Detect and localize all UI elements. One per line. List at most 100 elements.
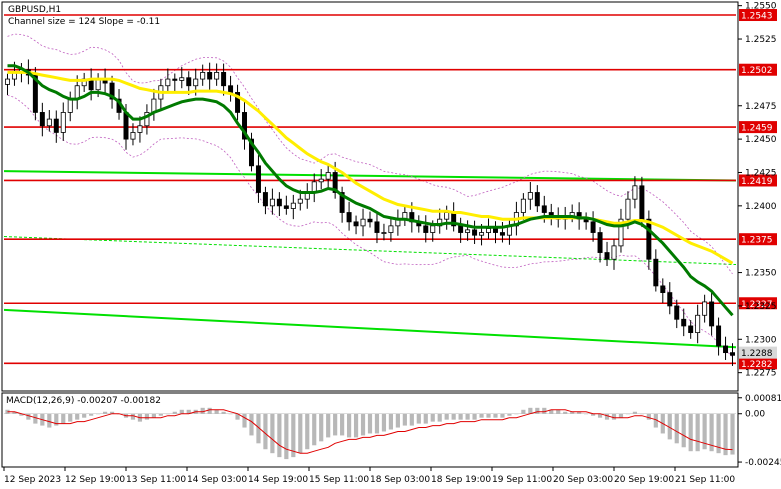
candle-body-42 (297, 198, 303, 204)
macd-bar-89 (625, 413, 631, 415)
level-tag-label-3: 1.2419 (741, 177, 773, 187)
candle-body-74 (520, 198, 526, 213)
level-tag-label-0: 1.2543 (741, 12, 773, 22)
macd-label: MACD(12,26,9) -0.00207 -0.00182 (6, 396, 161, 406)
macd-bar-38 (270, 413, 275, 454)
candle-body-41 (290, 202, 296, 209)
macd-bar-9 (68, 413, 73, 422)
candle-body-69 (486, 228, 492, 233)
macd-bar-8 (61, 413, 66, 424)
level-tag-label-2: 1.2459 (741, 124, 773, 134)
candle-body-63 (444, 212, 450, 220)
time-tick-label-4: 14 Sep 19:00 (248, 475, 308, 485)
price-tick-label-2: 1.2475 (745, 102, 777, 112)
macd-bar-79 (556, 409, 561, 414)
macd-bar-47 (333, 413, 338, 436)
price-tick-label-5: 1.2400 (745, 202, 777, 212)
chart-svg: 1.25431.25021.24591.24191.23751.23271.22… (1, 1, 781, 485)
macd-bar-22 (158, 413, 163, 416)
level-tag-label-1: 1.2502 (741, 66, 773, 76)
macd-bar-80 (563, 411, 568, 414)
macd-bar-64 (451, 413, 456, 420)
macd-bar-67 (472, 413, 477, 420)
macd-bar-29 (207, 407, 212, 414)
macd-bar-87 (611, 413, 617, 420)
candle-body-7 (53, 118, 59, 133)
candle-body-96 (674, 305, 680, 320)
macd-tick-label-0: 0.00081 (745, 394, 781, 404)
macd-bar-6 (47, 413, 52, 428)
macd-bar-39 (277, 413, 282, 458)
candle-body-28 (200, 71, 206, 80)
macd-bar-30 (214, 409, 219, 414)
price-tick-label-7: 1.2325 (745, 302, 777, 312)
macd-bar-14 (102, 411, 108, 414)
candle-body-36 (255, 165, 261, 193)
macd-bar-3 (26, 413, 31, 420)
candle-body-18 (130, 132, 136, 140)
time-tick-label-3: 14 Sep 03:00 (187, 475, 247, 485)
candle-body-89 (625, 198, 631, 220)
price-tick-label-4: 1.2425 (745, 168, 777, 178)
candle-body-71 (499, 232, 505, 236)
time-tick-label-9: 20 Sep 03:00 (553, 475, 613, 485)
candle-body-61 (430, 225, 436, 233)
macd-tick-label-2: -0.00245 (745, 458, 781, 468)
time-tick-label-8: 19 Sep 11:00 (492, 475, 552, 485)
candle-body-50 (353, 221, 359, 227)
candle-body-97 (681, 318, 687, 327)
candle-body-84 (590, 221, 596, 233)
time-tick-label-11: 21 Sep 11:00 (675, 475, 735, 485)
candle-body-40 (283, 205, 289, 209)
macd-bar-28 (200, 407, 205, 414)
macd-bar-18 (130, 413, 136, 420)
candle-body-92 (646, 218, 652, 260)
macd-bar-44 (312, 413, 317, 446)
macd-bar-50 (353, 413, 359, 438)
macd-bar-55 (388, 413, 394, 430)
candle-body-76 (534, 192, 540, 207)
candle-body-8 (60, 112, 66, 133)
candle-body-67 (472, 229, 478, 236)
price-tick-label-0: 1.2550 (745, 2, 777, 12)
macd-bar-12 (89, 413, 94, 416)
price-tick-label-9: 1.2275 (745, 369, 777, 379)
macd-tick-label-1: 0.00 (745, 410, 765, 420)
candle-body-39 (276, 198, 282, 207)
chart-title: GBPUSD,H1 (8, 5, 61, 15)
macd-bar-45 (319, 413, 324, 442)
macd-bar-37 (263, 413, 268, 450)
candle-body-30 (214, 71, 220, 80)
candle-body-9 (67, 98, 73, 113)
candle-body-51 (360, 218, 366, 227)
candle-body-37 (262, 192, 268, 207)
macd-bar-40 (284, 413, 289, 460)
macd-bar-31 (221, 411, 226, 414)
candle-body-52 (367, 218, 373, 223)
candle-body-85 (597, 232, 603, 253)
candle-body-86 (604, 252, 610, 260)
candle-body-46 (325, 172, 331, 180)
macd-bar-53 (374, 413, 380, 434)
macd-bar-60 (423, 413, 428, 424)
macd-bar-54 (381, 413, 387, 432)
macd-bar-70 (493, 413, 498, 418)
candle-body-98 (688, 325, 694, 334)
macd-bar-65 (458, 413, 463, 420)
macd-bar-83 (584, 413, 589, 415)
candle-body-60 (423, 225, 429, 233)
candle-body-27 (193, 78, 199, 87)
macd-bar-61 (430, 413, 435, 422)
macd-bar-76 (535, 407, 540, 414)
candle-body-13 (95, 78, 101, 91)
price-tick-label-1: 1.2525 (745, 35, 777, 45)
macd-bar-46 (326, 413, 331, 438)
candle-body-17 (123, 112, 129, 140)
macd-bar-10 (75, 413, 80, 420)
candle-body-31 (221, 71, 227, 87)
macd-bar-35 (249, 413, 254, 436)
macd-bar-13 (96, 413, 101, 415)
macd-bar-63 (444, 413, 449, 420)
candle-body-55 (388, 225, 394, 233)
macd-bar-71 (500, 413, 505, 418)
